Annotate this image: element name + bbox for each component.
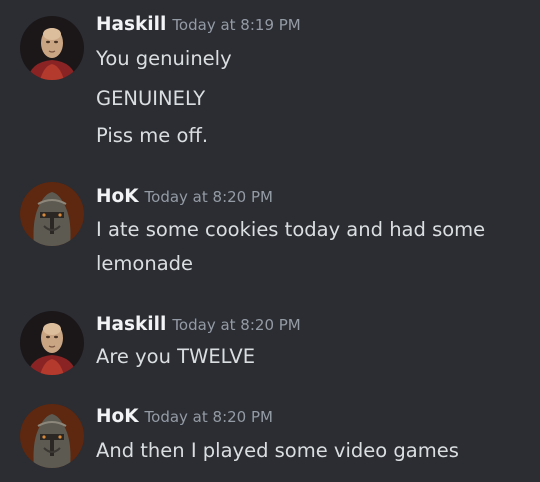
timestamp: Today at 8:20 PM	[144, 188, 273, 206]
bald-man-avatar[interactable]	[20, 311, 84, 375]
timestamp: Today at 8:20 PM	[172, 316, 301, 334]
message-header: Haskill Today at 8:19 PM	[96, 14, 301, 35]
username[interactable]: HoK	[96, 406, 139, 427]
helmet-knight-avatar[interactable]	[20, 182, 84, 246]
timestamp: Today at 8:19 PM	[172, 16, 301, 34]
message-header: Haskill Today at 8:20 PM	[96, 314, 301, 335]
helmet-knight-avatar[interactable]	[20, 404, 84, 468]
username[interactable]: HoK	[96, 186, 139, 207]
message-text: lemonade	[96, 252, 194, 275]
username[interactable]: Haskill	[96, 314, 166, 335]
message-header: HoK Today at 8:20 PM	[96, 186, 273, 207]
message-header: HoK Today at 8:20 PM	[96, 406, 273, 427]
message-text: And then I played some video games	[96, 439, 459, 462]
message-text: Piss me off.	[96, 124, 209, 147]
message-text: Are you TWELVE	[96, 345, 256, 368]
timestamp: Today at 8:20 PM	[144, 408, 273, 426]
message-text: GENUINELY	[96, 87, 206, 110]
message-text: I ate some cookies today and had some	[96, 218, 486, 241]
bald-man-avatar[interactable]	[20, 16, 84, 80]
message-text: You genuinely	[96, 47, 232, 70]
username[interactable]: Haskill	[96, 14, 166, 35]
